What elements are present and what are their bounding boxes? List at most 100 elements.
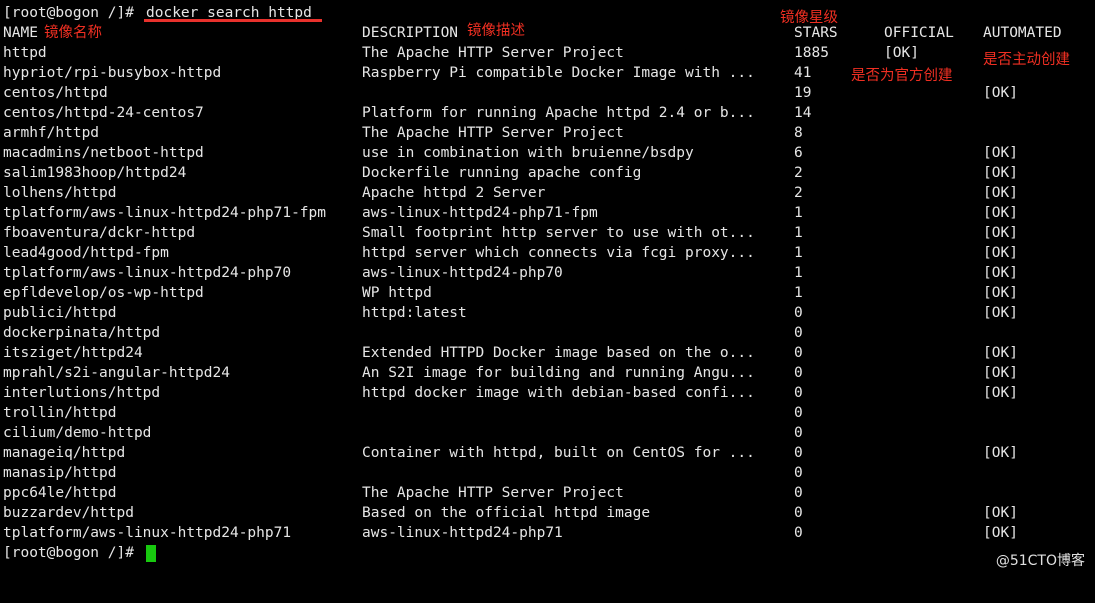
row-automated: [OK] [983, 245, 1018, 261]
row-description: WP httpd [362, 285, 432, 301]
row-stars: 1 [794, 285, 803, 301]
row-name: dockerpinata/httpd [3, 325, 161, 341]
row-name: tplatform/aws-linux-httpd24-php71-fpm [3, 205, 327, 221]
annotation-official: 是否为官方创建 [851, 68, 953, 84]
row-name: salim1983hoop/httpd24 [3, 165, 187, 181]
row-name: httpd [3, 45, 47, 61]
row-automated: [OK] [983, 385, 1018, 401]
row-stars: 1 [794, 225, 803, 241]
row-name: ppc64le/httpd [3, 485, 117, 501]
row-description: aws-linux-httpd24-php70 [362, 265, 563, 281]
row-stars: 0 [794, 385, 803, 401]
row-name: centos/httpd-24-centos7 [3, 105, 204, 121]
row-stars: 19 [794, 85, 812, 101]
table-header: NAME DESCRIPTION STARS OFFICIAL AUTOMATE… [0, 23, 1062, 43]
row-name: macadmins/netboot-httpd [3, 145, 204, 161]
row-stars: 41 [794, 65, 812, 81]
row-automated: [OK] [983, 265, 1018, 281]
watermark: @51CTO博客 [995, 553, 1085, 569]
command-underline [144, 19, 322, 22]
final-prompt-line: [root@bogon /]# [0, 543, 134, 563]
header-automated: AUTOMATED [983, 25, 1062, 41]
row-automated: [OK] [983, 165, 1018, 181]
row-automated: [OK] [983, 345, 1018, 361]
row-name: centos/httpd [3, 85, 108, 101]
row-stars: 2 [794, 165, 803, 181]
row-description: An S2I image for building and running An… [362, 365, 755, 381]
row-description: Based on the official httpd image [362, 505, 651, 521]
row-description: Container with httpd, built on CentOS fo… [362, 445, 755, 461]
row-description: The Apache HTTP Server Project [362, 125, 624, 141]
row-name: epfldevelop/os-wp-httpd [3, 285, 204, 301]
row-description: use in combination with bruienne/bsdpy [362, 145, 694, 161]
row-automated: [OK] [983, 525, 1018, 541]
row-stars: 0 [794, 325, 803, 341]
row-description: Apache httpd 2 Server [362, 185, 546, 201]
row-stars: 0 [794, 505, 803, 521]
row-description: Raspberry Pi compatible Docker Image wit… [362, 65, 755, 81]
shell-prompt: [root@bogon /]# [3, 5, 134, 21]
command-line: [root@bogon /]# docker search httpd [0, 3, 312, 23]
annotation-description: 镜像描述 [467, 23, 525, 39]
row-stars: 0 [794, 345, 803, 361]
row-description: aws-linux-httpd24-php71-fpm [362, 205, 598, 221]
row-description: Extended HTTPD Docker image based on the… [362, 345, 755, 361]
header-official: OFFICIAL [884, 25, 954, 41]
row-stars: 0 [794, 485, 803, 501]
row-automated: [OK] [983, 365, 1018, 381]
row-stars: 0 [794, 445, 803, 461]
row-name: trollin/httpd [3, 405, 117, 421]
row-description: The Apache HTTP Server Project [362, 45, 624, 61]
row-automated: [OK] [983, 205, 1018, 221]
row-name: itsziget/httpd24 [3, 345, 143, 361]
row-name: mprahl/s2i-angular-httpd24 [3, 365, 230, 381]
terminal-window[interactable]: [root@bogon /]# docker search httpd NAME… [0, 0, 1095, 576]
row-name: manageiq/httpd [3, 445, 126, 461]
row-name: tplatform/aws-linux-httpd24-php70 [3, 265, 292, 281]
row-automated: [OK] [983, 505, 1018, 521]
annotation-stars: 镜像星级 [780, 10, 838, 26]
row-automated: [OK] [983, 225, 1018, 241]
row-automated: [OK] [983, 285, 1018, 301]
row-stars: 8 [794, 125, 803, 141]
row-automated: [OK] [983, 305, 1018, 321]
row-stars: 0 [794, 365, 803, 381]
annotation-automated: 是否主动创建 [983, 52, 1070, 68]
row-name: lead4good/httpd-fpm [3, 245, 169, 261]
row-name: fboaventura/dckr-httpd [3, 225, 196, 241]
row-name: hypriot/rpi-busybox-httpd [3, 65, 222, 81]
row-name: buzzardev/httpd [3, 505, 134, 521]
row-description: Small footprint http server to use with … [362, 225, 755, 241]
row-automated: [OK] [983, 185, 1018, 201]
row-description: The Apache HTTP Server Project [362, 485, 624, 501]
row-stars: 0 [794, 305, 803, 321]
row-name: publici/httpd [3, 305, 117, 321]
row-name: tplatform/aws-linux-httpd24-php71 [3, 525, 292, 541]
row-stars: 2 [794, 185, 803, 201]
final-shell-prompt: [root@bogon /]# [3, 545, 134, 561]
row-description: Platform for running Apache httpd 2.4 or… [362, 105, 755, 121]
row-automated: [OK] [983, 145, 1018, 161]
row-name: armhf/httpd [3, 125, 100, 141]
row-stars: 1 [794, 245, 803, 261]
row-name: cilium/demo-httpd [3, 425, 152, 441]
header-name: NAME [3, 25, 38, 41]
row-stars: 1 [794, 205, 803, 221]
header-description: DESCRIPTION [362, 25, 459, 41]
row-automated: [OK] [983, 445, 1018, 461]
row-automated: [OK] [983, 85, 1018, 101]
row-stars: 1 [794, 265, 803, 281]
row-stars: 0 [794, 525, 803, 541]
row-description: httpd docker image with debian-based con… [362, 385, 755, 401]
row-name: manasip/httpd [3, 465, 117, 481]
row-stars: 1885 [794, 45, 829, 61]
row-description: httpd:latest [362, 305, 467, 321]
row-name: interlutions/httpd [3, 385, 161, 401]
row-description: aws-linux-httpd24-php71 [362, 525, 563, 541]
terminal-cursor [146, 545, 156, 562]
row-stars: 0 [794, 465, 803, 481]
row-name: lolhens/httpd [3, 185, 117, 201]
row-official: [OK] [884, 45, 919, 61]
row-stars: 0 [794, 405, 803, 421]
row-stars: 6 [794, 145, 803, 161]
